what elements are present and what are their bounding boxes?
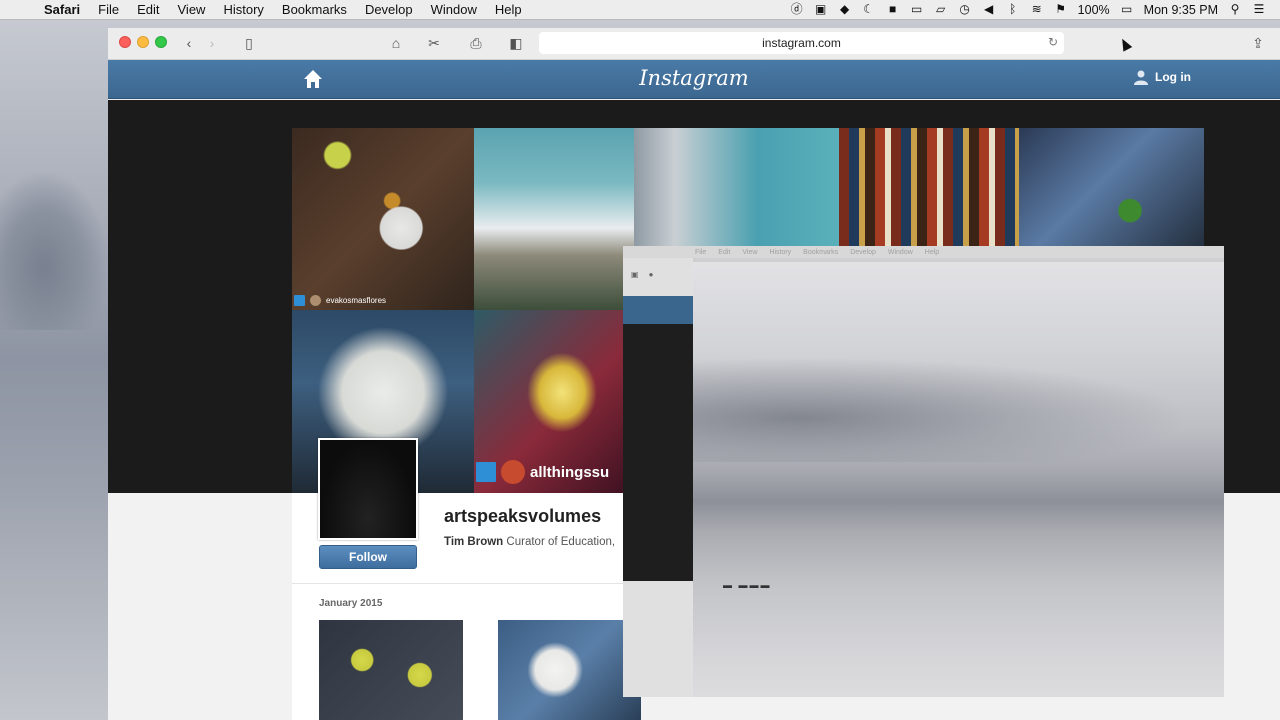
menu-window[interactable]: Window (422, 2, 486, 17)
instagram-header: Instagram Log in (108, 60, 1280, 99)
flag-icon[interactable]: ⚑ (1054, 3, 1068, 16)
volume-icon[interactable]: ◀ (982, 3, 996, 16)
home-button-icon[interactable]: ⌂ (386, 32, 406, 54)
tag-avatar (310, 295, 321, 306)
preview-menu-item: Help (924, 248, 940, 256)
preview-sidebar-icon: ▣ (631, 269, 639, 279)
browser-toolbar: ‹ › ▯ ⌂ ✂ ⎙ ◧ instagram.com ↻ ⇪ (108, 28, 1280, 60)
print-icon[interactable]: ⎙ (466, 32, 486, 54)
menu-help[interactable]: Help (486, 2, 531, 17)
battery-percent: 100% (1077, 2, 1110, 17)
preview-menubar: File Edit View History Bookmarks Develop… (623, 246, 1224, 258)
preview-menu-item: Bookmarks (803, 248, 839, 256)
cover-tag-1-name: evakosmasflores (326, 296, 387, 305)
extension-icon[interactable]: ◧ (506, 32, 526, 54)
display-icon[interactable]: ▭ (910, 3, 924, 16)
preview-menu-item: History (769, 248, 792, 256)
preview-menu-item: View (742, 248, 758, 256)
archive-icon[interactable]: ■ (886, 3, 900, 16)
preview-toolbar: ▣ ● (623, 266, 693, 282)
notification-center-icon[interactable]: ☰ (1252, 3, 1266, 16)
menu-extras: ⓓ ▣ ◆ ☾ ■ ▭ ▱ ◷ ◀ ᛒ ≋ ⚑ 100% ▭ Mon 9:35 … (790, 3, 1280, 17)
battery-icon[interactable]: ▭ (1120, 3, 1134, 16)
close-window-button[interactable] (119, 36, 131, 48)
month-label: January 2015 (319, 598, 383, 609)
preview-menu-item: Window (887, 248, 913, 256)
repost-icon (294, 295, 305, 306)
profile-bio: Tim Brown Curator of Education, (444, 536, 624, 548)
menu-edit[interactable]: Edit (128, 2, 168, 17)
preview-menu-item: File (695, 248, 707, 256)
menu-file[interactable]: File (89, 2, 128, 17)
back-icon[interactable]: ‹ (180, 32, 198, 54)
cover-photo-books[interactable] (839, 128, 1019, 246)
post-thumbnail[interactable] (498, 620, 641, 720)
repost-icon (476, 462, 496, 482)
cover-tag-2-name: allthingssu (530, 463, 610, 481)
cover-photo-castle[interactable] (474, 128, 634, 310)
screenshot-preview[interactable]: File Edit View History Bookmarks Develop… (623, 246, 1224, 697)
preview-ducks: ▬ ▬▬▬ (723, 580, 772, 590)
profile-username: artspeaksvolumes (444, 506, 602, 526)
profile-bio-text: Curator of Education, (506, 536, 616, 548)
screen-record-icon[interactable]: ▣ (814, 3, 828, 16)
cover-photo-lemons[interactable]: evakosmasflores (292, 128, 474, 310)
menu-view[interactable]: View (169, 2, 215, 17)
menu-develop[interactable]: Develop (356, 2, 422, 17)
preview-menu-item: Develop (850, 248, 876, 256)
cover-photo-apple[interactable]: allthingssu (474, 310, 634, 493)
bluetooth-icon[interactable]: ᛒ (1006, 3, 1020, 16)
sidebar-icon[interactable]: ▯ (238, 32, 260, 54)
preview-trees (693, 352, 1224, 462)
clock[interactable]: Mon 9:35 PM (1144, 3, 1218, 17)
preview-browser-strip: ▣ ● (623, 258, 693, 697)
cover-photo-crows[interactable] (634, 128, 839, 246)
preview-header (623, 296, 693, 324)
dashlane-icon[interactable]: ⓓ (790, 3, 804, 16)
profile-bio-name: Tim Brown (444, 536, 504, 548)
login-label: Log in (1155, 70, 1191, 84)
menu-bar: Safari File Edit View History Bookmarks … (0, 0, 1280, 20)
cover-tag-1[interactable]: evakosmasflores (294, 295, 386, 306)
wifi-icon[interactable]: ≋ (1030, 3, 1044, 16)
screenshot-icon[interactable]: ✂ (424, 32, 444, 54)
menu-app-name[interactable]: Safari (44, 2, 89, 17)
preview-lake-photo: ▬ ▬▬▬ (693, 262, 1224, 697)
desktop-trees (0, 170, 110, 330)
moon-icon[interactable]: ☾ (862, 3, 876, 16)
url-text: instagram.com (762, 36, 841, 50)
share-icon[interactable]: ⇪ (1248, 32, 1268, 54)
reload-icon[interactable]: ↻ (1048, 35, 1058, 49)
airplay-icon[interactable]: ▱ (934, 3, 948, 16)
time-machine-icon[interactable]: ◷ (958, 3, 972, 16)
address-bar[interactable]: instagram.com ↻ (539, 32, 1064, 54)
menu-bookmarks[interactable]: Bookmarks (273, 2, 356, 17)
preview-record-icon: ● (648, 269, 654, 279)
spotlight-icon[interactable]: ⚲ (1228, 3, 1242, 16)
divider (292, 583, 632, 584)
user-icon (1134, 70, 1148, 85)
preview-cover (623, 324, 693, 581)
preview-menu-item: Edit (718, 248, 731, 256)
post-thumbnail[interactable] (319, 620, 463, 720)
dropbox-icon[interactable]: ◆ (838, 3, 852, 16)
forward-icon[interactable]: › (203, 32, 221, 54)
tag-avatar (501, 460, 525, 484)
minimize-window-button[interactable] (137, 36, 149, 48)
login-link[interactable]: Log in (1133, 69, 1191, 85)
cover-tag-2[interactable]: allthingssu (476, 460, 609, 484)
profile-avatar[interactable] (318, 438, 418, 540)
follow-button[interactable]: Follow (319, 545, 417, 569)
zoom-window-button[interactable] (155, 36, 167, 48)
menu-history[interactable]: History (214, 2, 272, 17)
instagram-logo[interactable]: Instagram (108, 66, 1280, 90)
cover-photo-table[interactable] (1019, 128, 1204, 246)
